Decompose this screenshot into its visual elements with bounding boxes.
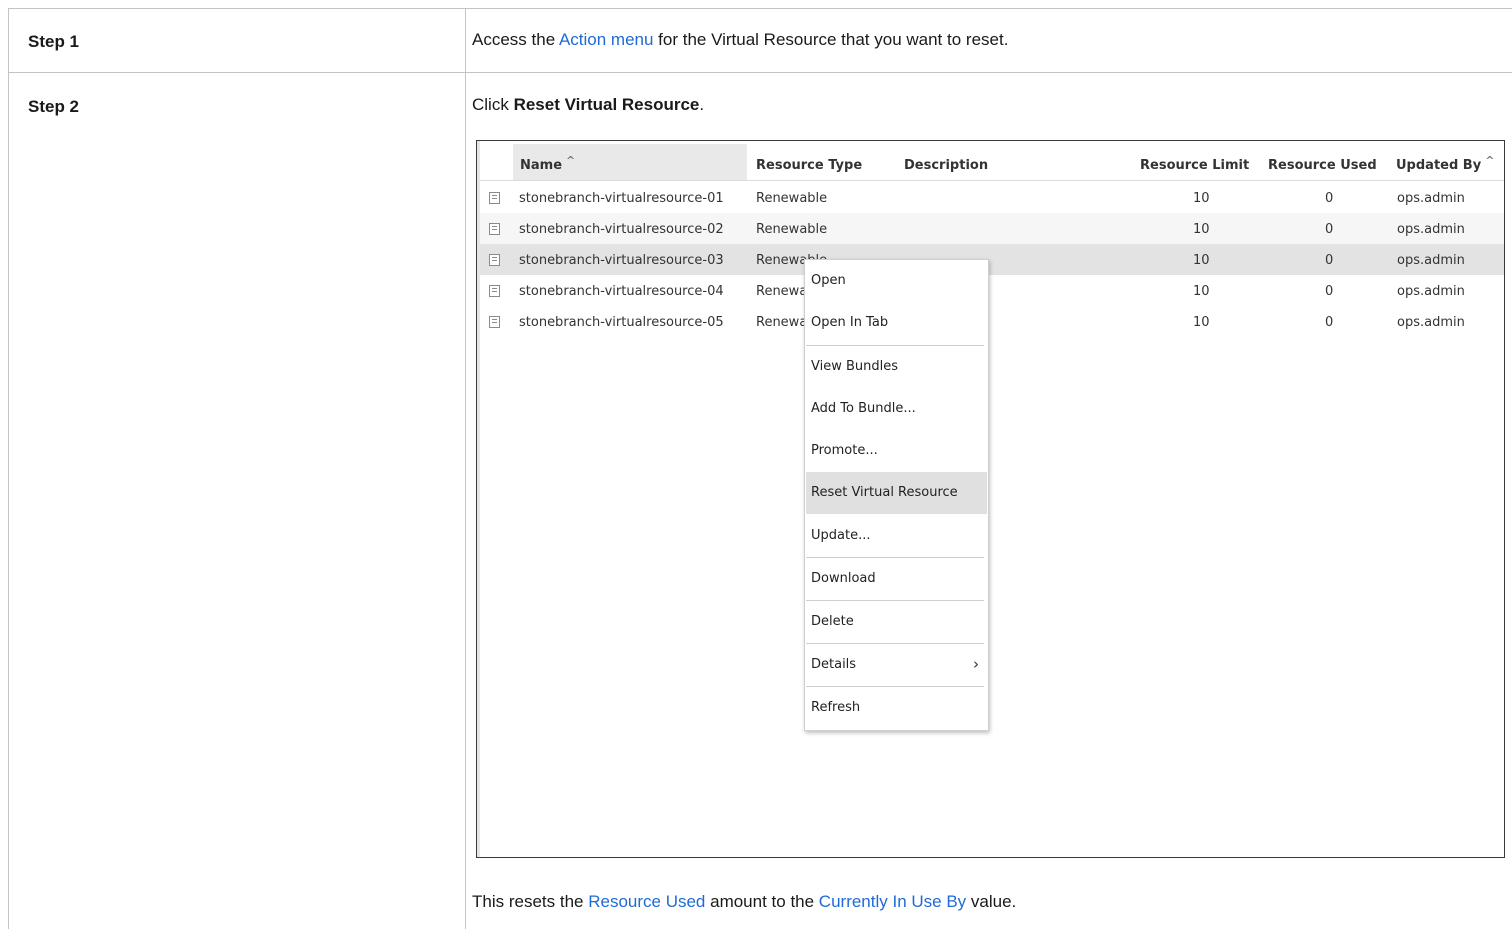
menu-item-open-in-tab[interactable]: Open In Tab (806, 302, 987, 344)
record-icon (489, 223, 500, 235)
cell-used: 0 (1325, 222, 1334, 237)
cell-used: 0 (1325, 284, 1334, 299)
menu-item-add-to-bundle[interactable]: Add To Bundle... (806, 388, 987, 430)
table-divider-column (465, 8, 466, 929)
note-text-middle: amount to the (705, 892, 819, 911)
step-1-text: Access the Action menu for the Virtual R… (472, 30, 1008, 50)
step-2-bold-command: Reset Virtual Resource (513, 95, 700, 114)
column-header-resource-type[interactable]: Resource Type (756, 158, 862, 173)
step-2-label: Step 2 (28, 97, 80, 116)
cell-name: stonebranch-virtualresource-04 (519, 284, 724, 299)
column-header-description[interactable]: Description (904, 158, 988, 173)
action-menu-link[interactable]: Action menu (559, 30, 654, 49)
step-2-text-after: . (699, 95, 705, 114)
step-1-text-before: Access the (472, 30, 559, 49)
step-2-text-before: Click (472, 95, 514, 114)
menu-item-delete[interactable]: Delete (806, 601, 987, 643)
menu-item-promote[interactable]: Promote... (806, 430, 987, 472)
record-icon (489, 285, 500, 297)
menu-item-view-bundles[interactable]: View Bundles (806, 346, 987, 388)
context-menu: Open Open In Tab View Bundles Add To Bun… (804, 259, 989, 731)
step-2-text: Click Reset Virtual Resource. (472, 95, 704, 115)
screenshot-virtual-resources: Name ^ Resource Type Description Resource… (476, 140, 1505, 858)
resource-used-link[interactable]: Resource Used (588, 892, 705, 911)
table-divider-row (8, 72, 1512, 73)
menu-item-details[interactable]: Details › (806, 644, 987, 686)
table-row[interactable]: stonebranch-virtualresource-01 Renewable… (480, 182, 1504, 213)
cell-used: 0 (1325, 315, 1334, 330)
table-header: Name ^ Resource Type Description Resource… (480, 144, 1504, 181)
table-row-selected[interactable]: stonebranch-virtualresource-03 Renewable… (480, 244, 1504, 275)
cell-name: stonebranch-virtualresource-01 (519, 191, 724, 206)
cell-limit: 10 (1193, 191, 1210, 206)
cell-used: 0 (1325, 253, 1334, 268)
table-row[interactable]: stonebranch-virtualresource-02 Renewable… (480, 213, 1504, 244)
menu-item-open[interactable]: Open (806, 260, 987, 302)
table-border-top (8, 8, 1512, 9)
note-text-after: value. (966, 892, 1017, 911)
column-header-name[interactable]: Name ^ (520, 154, 575, 173)
cell-limit: 10 (1193, 222, 1210, 237)
cell-used: 0 (1325, 191, 1334, 206)
menu-item-refresh[interactable]: Refresh (806, 687, 987, 729)
step-1-label: Step 1 (28, 32, 80, 51)
menu-item-update[interactable]: Update... (806, 515, 987, 557)
menu-item-reset-virtual-resource[interactable]: Reset Virtual Resource (806, 472, 987, 514)
column-header-resource-used[interactable]: Resource Used (1268, 158, 1377, 173)
cell-type: Renewable (756, 222, 828, 237)
cell-limit: 10 (1193, 284, 1210, 299)
cell-updated: ops.admin (1397, 253, 1465, 268)
currently-in-use-by-link[interactable]: Currently In Use By (819, 892, 966, 911)
cell-updated: ops.admin (1397, 222, 1465, 237)
column-header-resource-limit[interactable]: Resource Limit (1140, 158, 1249, 173)
chevron-right-icon: › (973, 655, 979, 673)
cell-type: Renewable (756, 191, 828, 206)
cell-updated: ops.admin (1397, 315, 1465, 330)
table-row[interactable]: stonebranch-virtualresource-05 Renewable… (480, 306, 1504, 337)
step-1-text-after: for the Virtual Resource that you want t… (653, 30, 1009, 49)
cell-name: stonebranch-virtualresource-02 (519, 222, 724, 237)
record-icon (489, 192, 500, 204)
record-icon (489, 316, 500, 328)
cell-name: stonebranch-virtualresource-05 (519, 315, 724, 330)
table-border-left (8, 8, 9, 929)
cell-limit: 10 (1193, 253, 1210, 268)
cell-updated: ops.admin (1397, 191, 1465, 206)
cell-limit: 10 (1193, 315, 1210, 330)
column-header-updated-by[interactable]: Updated By ^ (1396, 154, 1494, 173)
menu-item-download[interactable]: Download (806, 558, 987, 600)
sort-icon: ^ (1485, 154, 1495, 167)
sort-ascending-icon: ^ (566, 154, 576, 167)
cell-updated: ops.admin (1397, 284, 1465, 299)
table-row[interactable]: stonebranch-virtualresource-04 Renewable… (480, 275, 1504, 306)
record-icon (489, 254, 500, 266)
note-text-before: This resets the (472, 892, 589, 911)
cell-name: stonebranch-virtualresource-03 (519, 253, 724, 268)
step-2-note: This resets the Resource Used amount to … (472, 892, 1016, 912)
